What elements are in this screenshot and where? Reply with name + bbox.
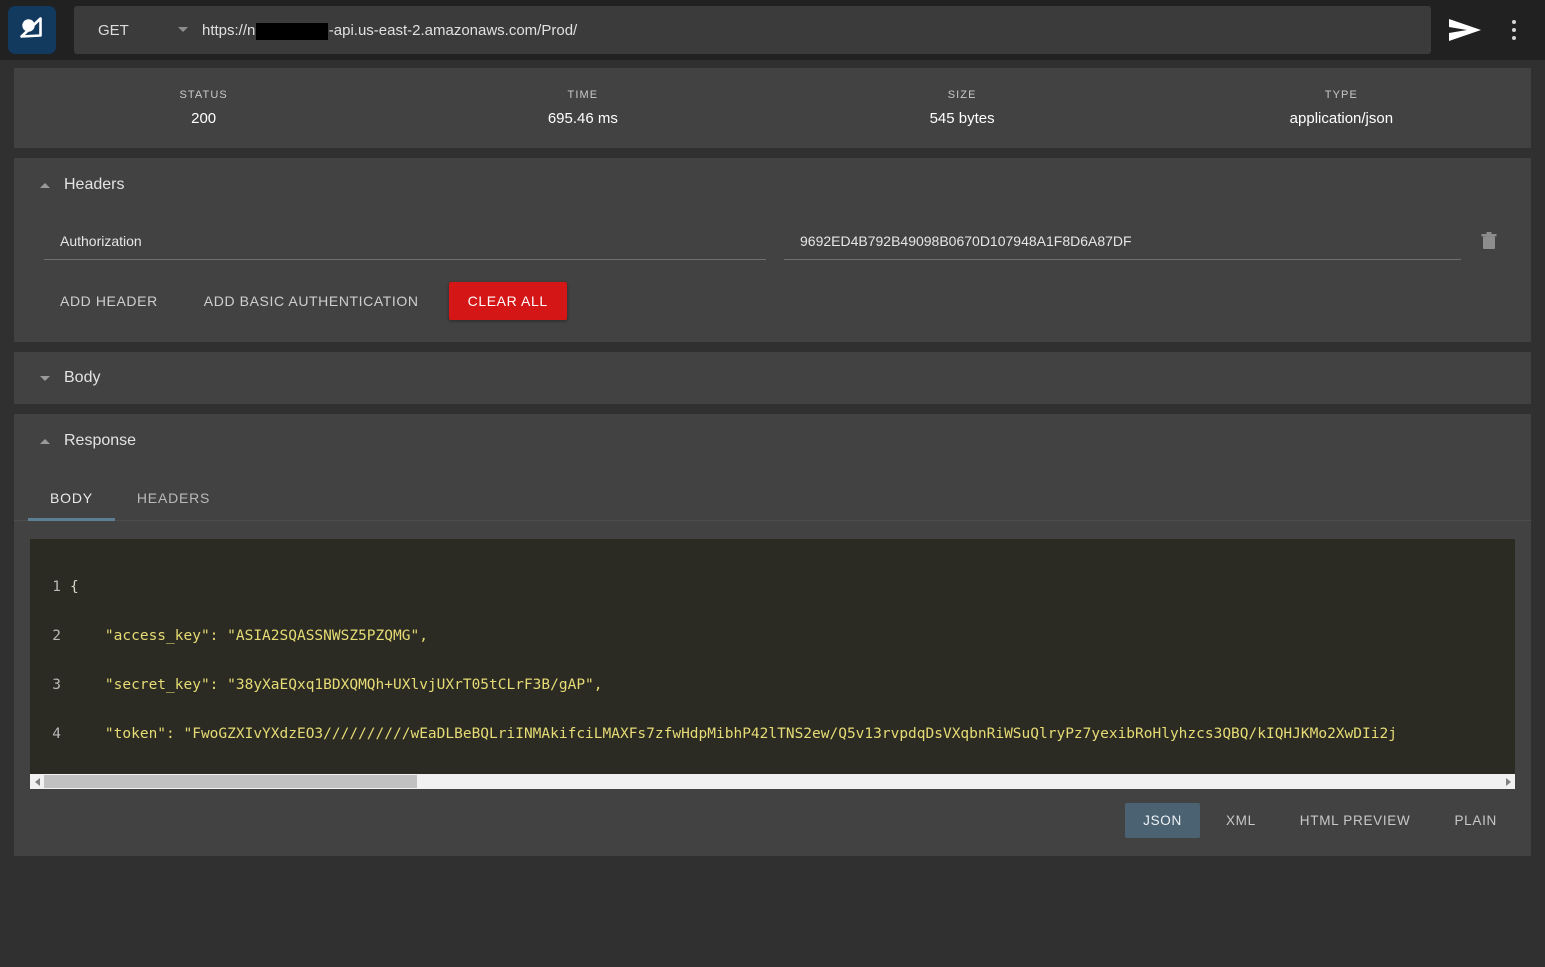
response-tabs: BODY HEADERS — [14, 464, 1531, 521]
headers-card: Headers Authorization 9692ED4B792B49098B… — [14, 158, 1531, 342]
stat-type: TYPE application/json — [1152, 89, 1531, 127]
stat-value: 545 bytes — [929, 110, 995, 127]
header-row: Authorization 9692ED4B792B49098B0670D107… — [14, 208, 1531, 260]
add-header-button[interactable]: ADD HEADER — [44, 283, 174, 319]
scroll-right-arrow-icon[interactable] — [1501, 774, 1515, 789]
scrollbar-track[interactable] — [44, 774, 1501, 789]
code-line: 3 "secret_key": "38yXaEQxq1BDXQMQh+UXlvj… — [30, 677, 1515, 693]
line-number: 4 — [52, 726, 61, 743]
chevron-down-icon — [40, 375, 50, 381]
line-number: 1 — [52, 578, 61, 595]
chevron-down-icon — [178, 27, 188, 32]
headers-title: Headers — [64, 176, 125, 193]
stat-time: TIME 695.46 ms — [393, 89, 772, 127]
headers-section-header[interactable]: Headers — [14, 158, 1531, 208]
line-text: "access_key": "ASIA2SQASSNWSZ5PZQMG", — [70, 628, 428, 645]
body-card: Body — [14, 352, 1531, 404]
menu-dot — [1512, 20, 1516, 24]
line-text: { — [70, 578, 79, 595]
stat-value: 200 — [191, 110, 217, 127]
stat-label: SIZE — [947, 89, 977, 101]
response-format-toggle: JSON XML HTML PREVIEW PLAIN — [14, 789, 1531, 838]
response-section-header[interactable]: Response — [14, 414, 1531, 464]
chevron-up-icon — [40, 182, 50, 188]
stat-label: TYPE — [1324, 89, 1358, 101]
app-logo-icon — [8, 6, 56, 54]
app-window: GET https://n09.execute-api.us-east-2.am… — [0, 0, 1545, 967]
horizontal-scrollbar[interactable] — [30, 774, 1515, 789]
send-button[interactable] — [1435, 6, 1495, 54]
trash-icon — [1481, 232, 1497, 249]
code-block: 1 { 2 "access_key": "ASIA2SQASSNWSZ5PZQM… — [30, 539, 1515, 789]
code-line: 1 { — [30, 579, 1515, 595]
line-number: 2 — [52, 628, 61, 645]
stat-value: 695.46 ms — [547, 110, 618, 127]
top-toolbar: GET https://n09.execute-api.us-east-2.am… — [0, 0, 1545, 60]
url-input[interactable]: https://n09.execute-api.us-east-2.amazon… — [194, 21, 577, 40]
response-title: Response — [64, 432, 137, 449]
response-card: Response BODY HEADERS 1 { 2 "access_key"… — [14, 414, 1531, 856]
add-basic-authentication-button[interactable]: ADD BASIC AUTHENTICATION — [188, 283, 435, 319]
line-text: "secret_key": "38yXaEQxq1BDXQMQh+UXlvjUX… — [70, 677, 603, 694]
line-number: 3 — [52, 677, 61, 694]
url-redaction-bar — [256, 22, 328, 40]
code-line: 2 "access_key": "ASIA2SQASSNWSZ5PZQMG", — [30, 628, 1515, 644]
header-name-input[interactable]: Authorization — [44, 222, 766, 260]
header-value-input[interactable]: 9692ED4B792B49098B0670D107948A1F8D6A87DF — [784, 222, 1461, 260]
format-json-button[interactable]: JSON — [1125, 803, 1200, 838]
stat-label: TIME — [567, 89, 599, 101]
tab-headers[interactable]: HEADERS — [115, 474, 232, 520]
response-stats-bar: STATUS 200 TIME 695.46 ms SIZE 545 bytes… — [14, 68, 1531, 148]
overflow-menu-button[interactable] — [1495, 6, 1533, 54]
clear-all-button[interactable]: CLEAR ALL — [448, 282, 567, 320]
headers-actions: ADD HEADER ADD BASIC AUTHENTICATION CLEA… — [14, 260, 1531, 342]
response-body-editor[interactable]: 1 { 2 "access_key": "ASIA2SQASSNWSZ5PZQM… — [30, 539, 1515, 789]
http-method-select[interactable]: GET — [74, 22, 194, 39]
stat-value: application/json — [1289, 110, 1394, 127]
delete-header-button[interactable] — [1461, 222, 1517, 260]
code-line: 4 "token": "FwoGZXIvYXdzEO3//////////wEa… — [30, 726, 1515, 742]
scrollbar-thumb[interactable] — [44, 775, 417, 788]
stat-label: STATUS — [179, 89, 228, 101]
chevron-up-icon — [40, 438, 50, 444]
stat-size: SIZE 545 bytes — [773, 89, 1152, 127]
body-title: Body — [64, 369, 101, 386]
url-bar[interactable]: GET https://n09.execute-api.us-east-2.am… — [74, 6, 1431, 54]
menu-dot — [1512, 28, 1516, 32]
stat-status: STATUS 200 — [14, 89, 393, 127]
tab-body[interactable]: BODY — [28, 474, 115, 521]
format-html-preview-button[interactable]: HTML PREVIEW — [1282, 803, 1429, 838]
send-icon — [1449, 19, 1481, 41]
format-plain-button[interactable]: PLAIN — [1436, 803, 1515, 838]
url-prefix: https://n — [202, 21, 256, 39]
scroll-left-arrow-icon[interactable] — [30, 774, 44, 789]
body-section-header[interactable]: Body — [14, 369, 100, 387]
format-xml-button[interactable]: XML — [1208, 803, 1274, 838]
line-text: "token": "FwoGZXIvYXdzEO3//////////wEaDL… — [70, 726, 1397, 743]
menu-dot — [1512, 36, 1516, 40]
